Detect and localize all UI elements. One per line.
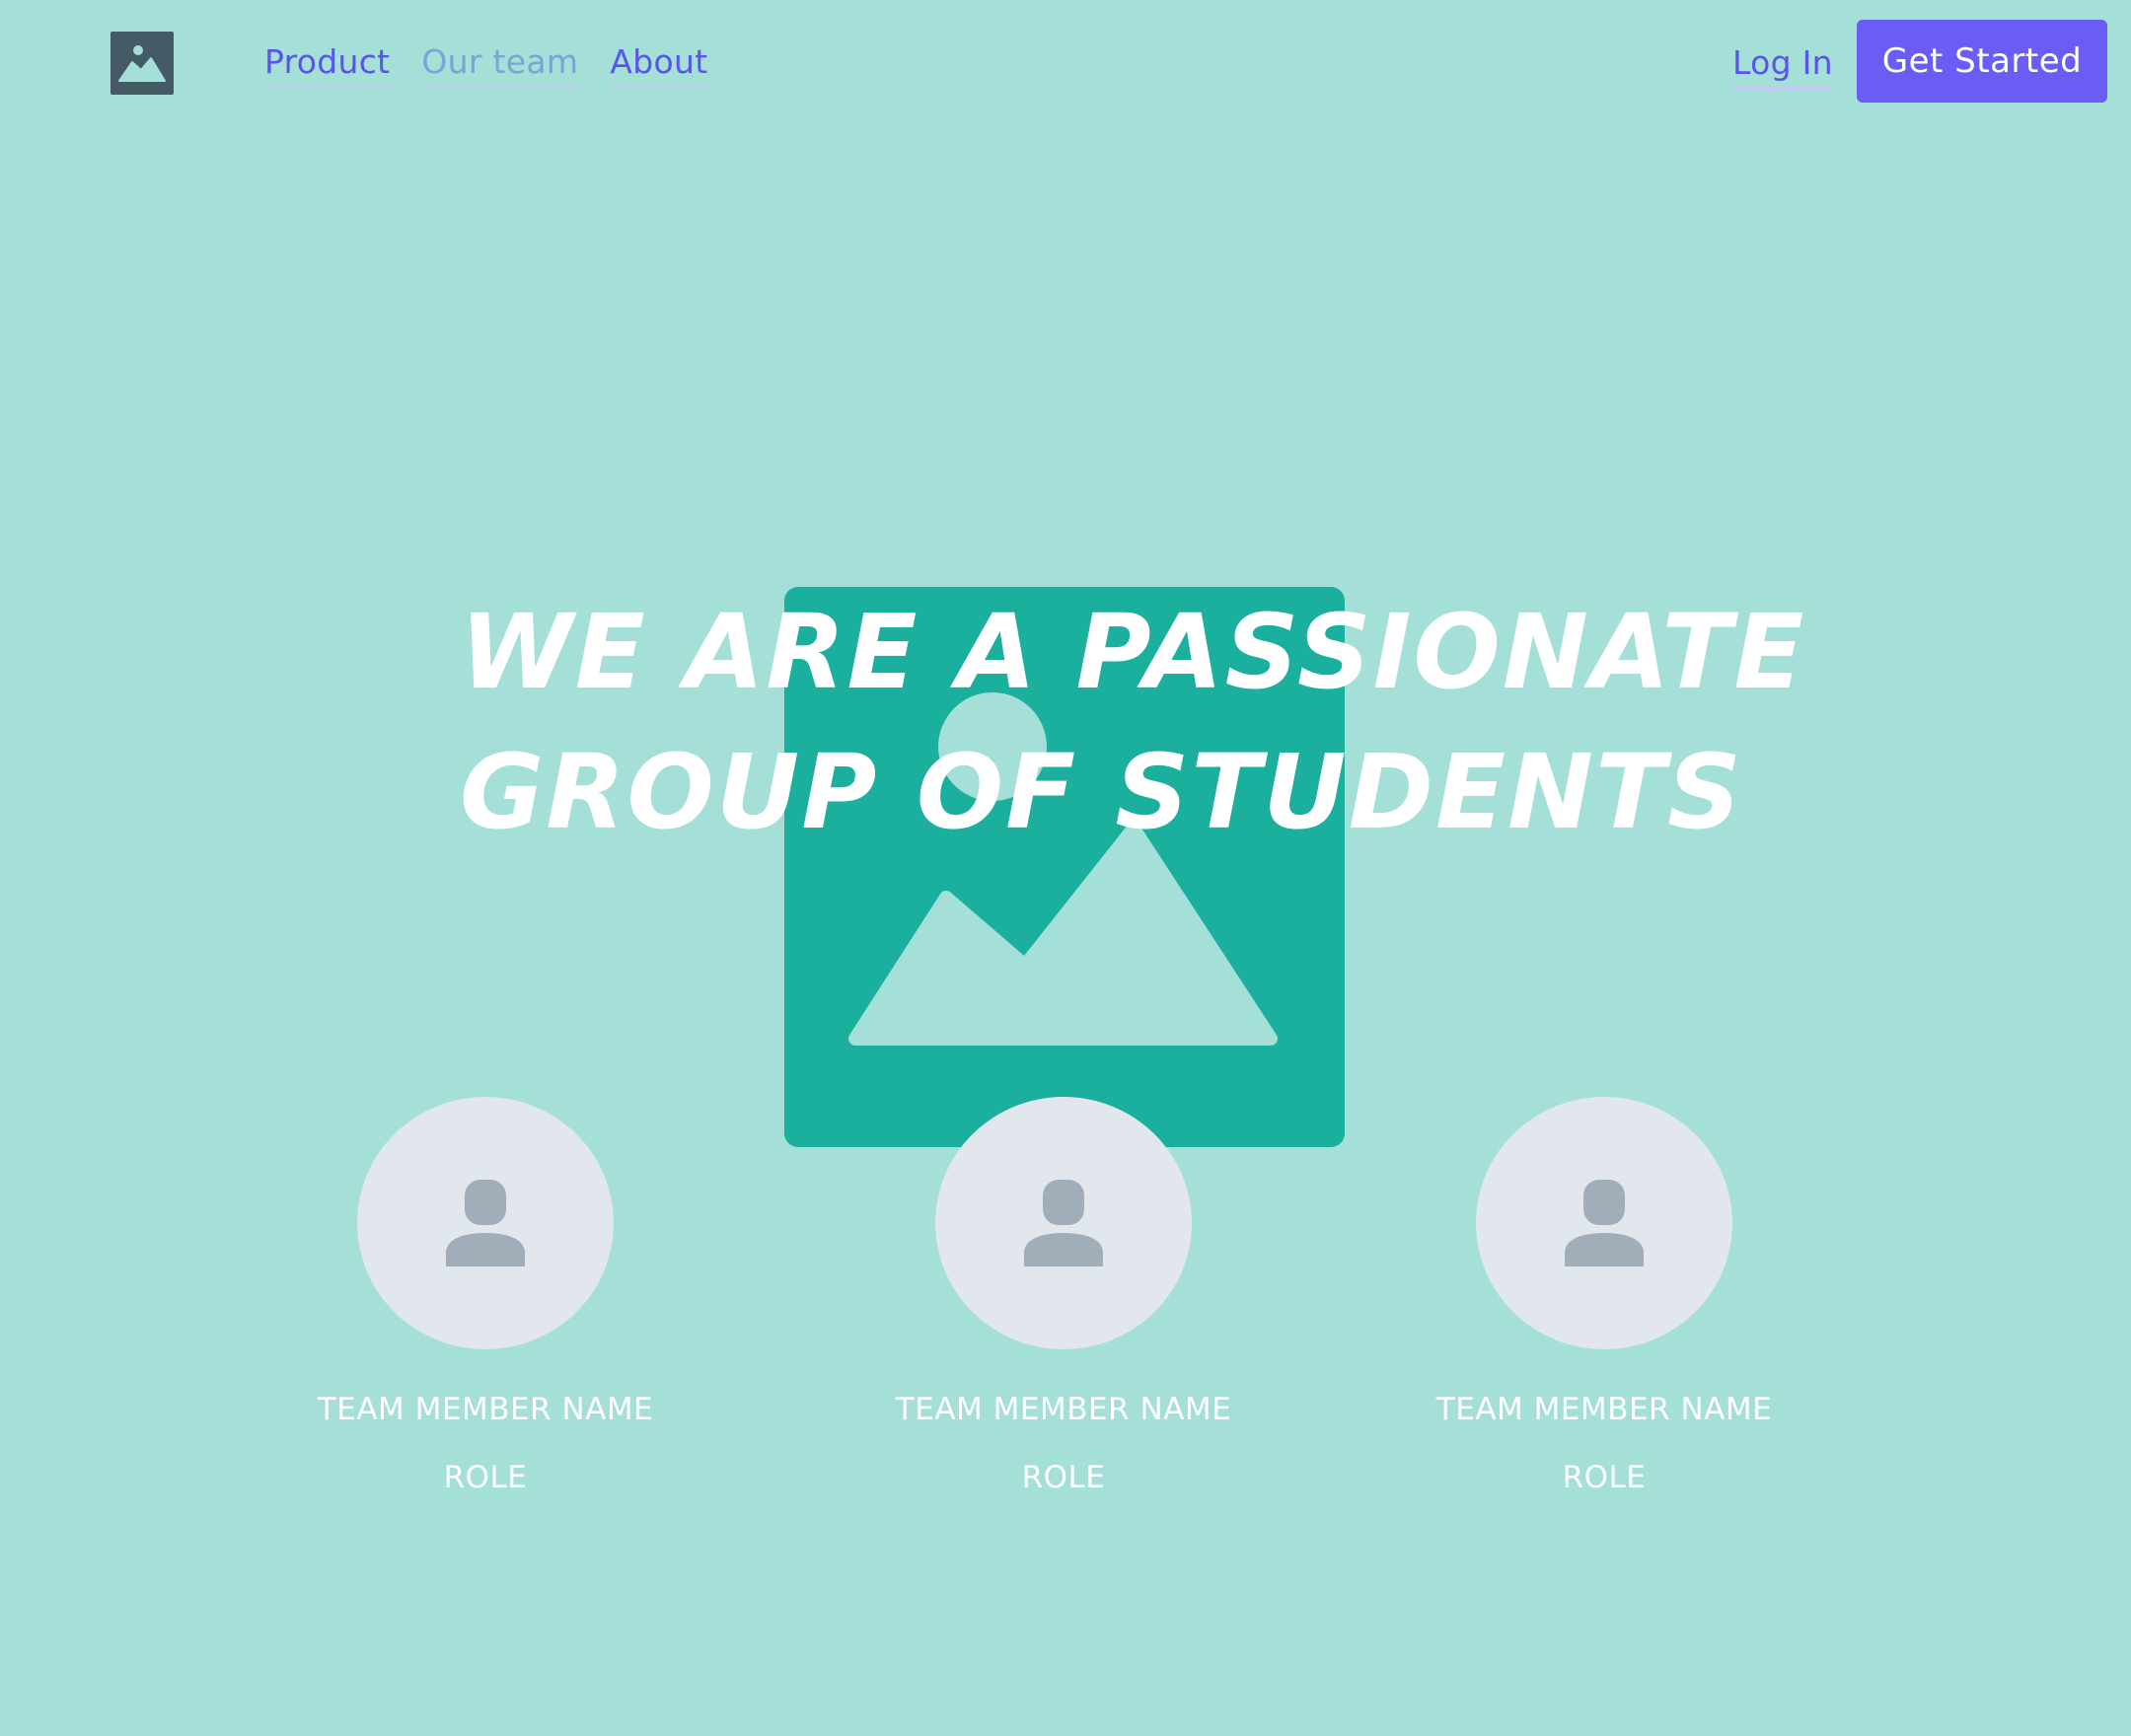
nav-link-about[interactable]: About bbox=[610, 38, 708, 89]
hero-headline-line-1: WE ARE A PASSIONATE bbox=[460, 592, 1806, 712]
avatar bbox=[1476, 1097, 1732, 1349]
hero-headline-line-2: GROUP OF STUDENTS bbox=[460, 732, 1743, 852]
user-icon bbox=[1024, 1180, 1103, 1266]
hero-headline: WE ARE A PASSIONATE GROUP OF STUDENTS bbox=[460, 582, 1805, 862]
team-member-role: ROLE bbox=[443, 1460, 528, 1495]
login-link[interactable]: Log In bbox=[1732, 39, 1833, 90]
team-member-role: ROLE bbox=[1562, 1460, 1647, 1495]
team-member-name: TEAM MEMBER NAME bbox=[317, 1392, 654, 1427]
team-member-name: TEAM MEMBER NAME bbox=[1435, 1392, 1773, 1427]
logo-image-icon[interactable] bbox=[110, 32, 174, 95]
image-placeholder-icon bbox=[118, 45, 166, 82]
team-member-card: TEAM MEMBER NAME ROLE bbox=[1407, 1097, 1801, 1499]
user-icon bbox=[446, 1180, 525, 1266]
avatar bbox=[357, 1097, 614, 1349]
avatar bbox=[935, 1097, 1192, 1349]
nav-link-product[interactable]: Product bbox=[264, 38, 391, 89]
team-member-card: TEAM MEMBER NAME ROLE bbox=[288, 1097, 683, 1499]
nav-link-our-team[interactable]: Our team bbox=[421, 38, 579, 89]
main-nav: Product Our team About bbox=[264, 38, 708, 89]
user-icon bbox=[1565, 1180, 1644, 1266]
team-member-name: TEAM MEMBER NAME bbox=[895, 1392, 1232, 1427]
team-member-role: ROLE bbox=[1021, 1460, 1106, 1495]
get-started-button[interactable]: Get Started bbox=[1857, 20, 2107, 103]
team-member-card: TEAM MEMBER NAME ROLE bbox=[866, 1097, 1261, 1499]
